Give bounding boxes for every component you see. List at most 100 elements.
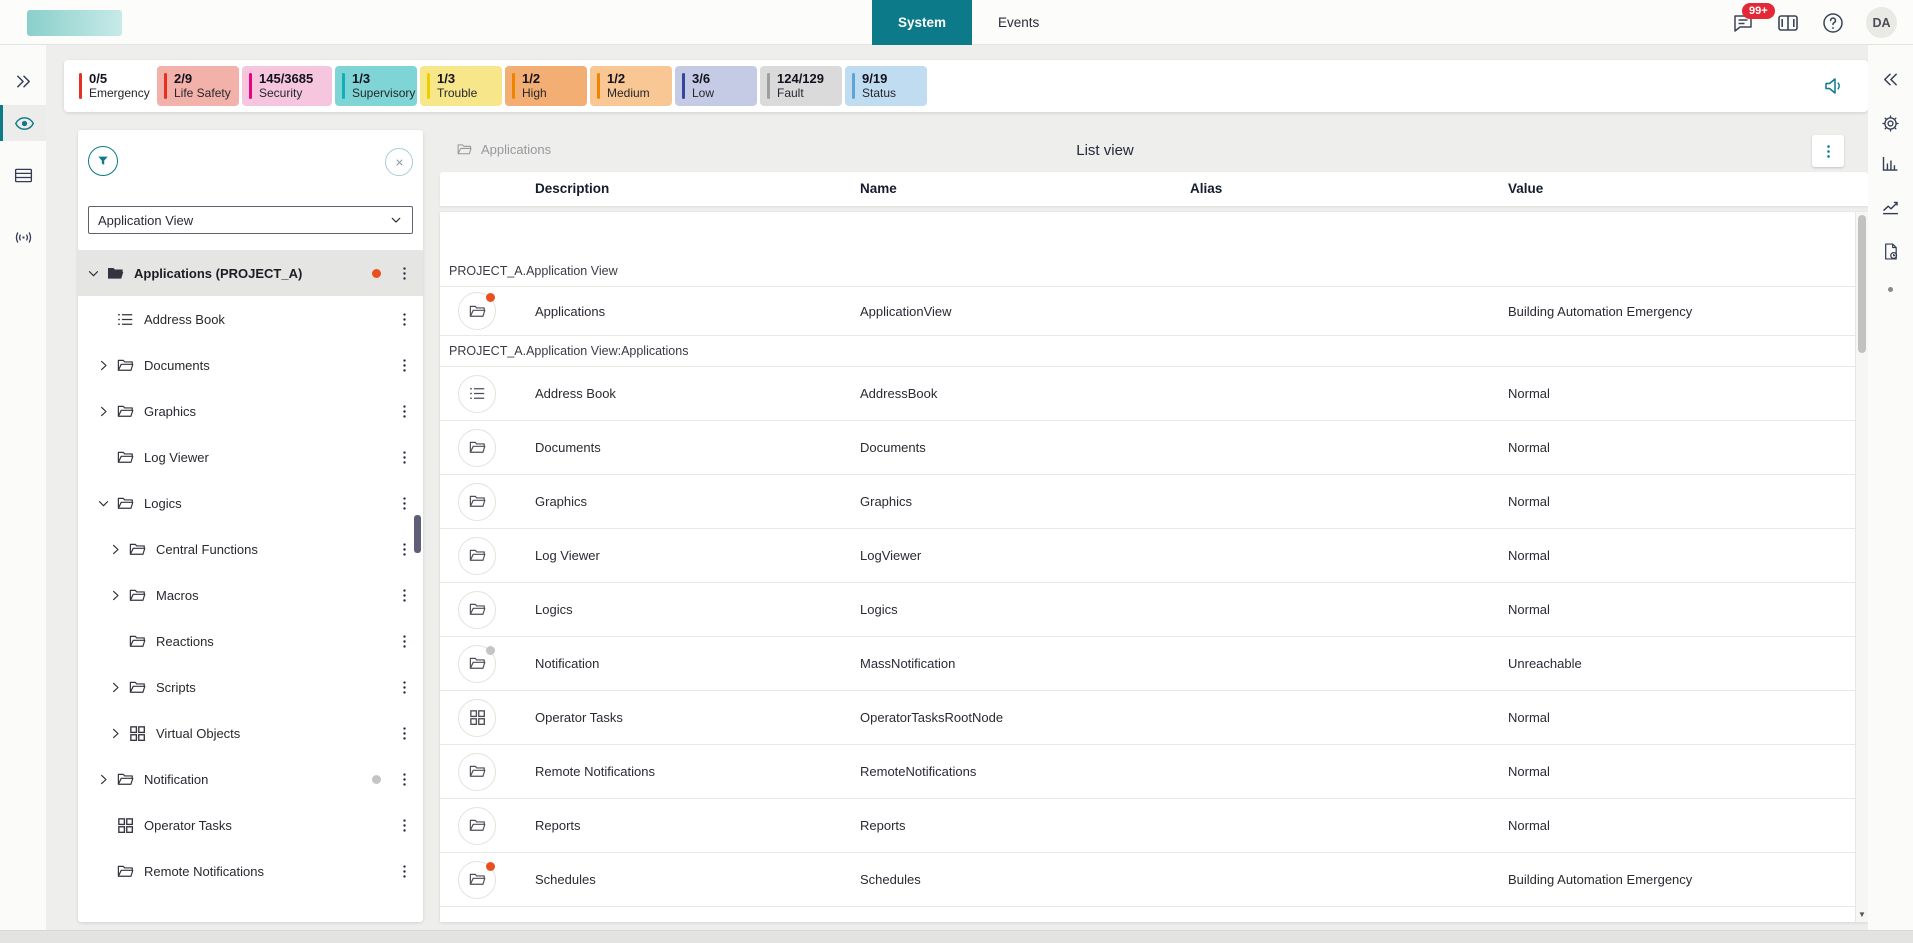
trend-chart-icon[interactable]: [1868, 189, 1913, 225]
folder-icon: [458, 429, 496, 467]
table-scrollbar[interactable]: ▼: [1855, 212, 1868, 922]
tree-item-scripts[interactable]: Scripts: [78, 664, 423, 710]
expand-rail-icon[interactable]: [0, 61, 46, 101]
table-row-documents[interactable]: Documents Documents Normal: [440, 421, 1855, 475]
tree: Applications (PROJECT_A)Address BookDocu…: [78, 234, 423, 894]
tree-item-virtual-objects[interactable]: Virtual Objects: [78, 710, 423, 756]
notifications-icon[interactable]: 99+: [1731, 11, 1755, 35]
table-row-schedules[interactable]: Schedules Schedules Building Automation …: [440, 853, 1855, 907]
tree-item-central-functions[interactable]: Central Functions: [78, 526, 423, 572]
help-icon[interactable]: [1821, 11, 1845, 35]
column-header-description[interactable]: Description: [535, 172, 609, 206]
chevron-down-icon[interactable]: [86, 266, 106, 281]
tab-events[interactable]: Events: [972, 0, 1065, 45]
chevron-right-icon[interactable]: [108, 680, 128, 695]
tree-item-operator-tasks[interactable]: Operator Tasks: [78, 802, 423, 848]
alarm-badge-bar: [767, 73, 770, 99]
view-selector-value: Application View: [98, 213, 193, 228]
kebab-menu-icon[interactable]: [395, 633, 413, 650]
kebab-menu-icon[interactable]: [395, 863, 413, 880]
table-row-reports[interactable]: Reports Reports Normal: [440, 799, 1855, 853]
table-row-log-viewer[interactable]: Log Viewer LogViewer Normal: [440, 529, 1855, 583]
grid-icon: [116, 816, 136, 835]
chevron-right-icon[interactable]: [96, 358, 116, 373]
alarm-badge-security[interactable]: 145/3685 Security: [242, 66, 332, 106]
kebab-menu-icon[interactable]: [395, 725, 413, 742]
tree-item-label: Graphics: [144, 404, 196, 419]
alarm-badge-emergency[interactable]: 0/5 Emergency: [72, 66, 154, 106]
kebab-menu-icon[interactable]: [395, 541, 413, 558]
speaker-icon[interactable]: [1822, 74, 1846, 98]
column-header-name[interactable]: Name: [860, 172, 897, 206]
tree-item-label: Operator Tasks: [144, 818, 232, 833]
kebab-menu-icon[interactable]: [395, 817, 413, 834]
broadcast-icon[interactable]: [0, 217, 46, 257]
alarm-badge-supervisory[interactable]: 1/3 Supervisory: [335, 66, 417, 106]
tree-scrollbar-thumb[interactable]: [414, 515, 421, 553]
kebab-menu-icon[interactable]: [395, 495, 413, 512]
tab-system[interactable]: System: [872, 0, 972, 45]
tree-item-logics[interactable]: Logics: [78, 480, 423, 526]
alarm-badge-bar: [249, 73, 252, 99]
table-row-applications[interactable]: Applications ApplicationView Building Au…: [440, 287, 1855, 336]
tree-item-applications-project-a[interactable]: Applications (PROJECT_A): [78, 250, 423, 296]
cell-description: Reports: [535, 818, 860, 833]
tree-item-remote-notifications[interactable]: Remote Notifications: [78, 848, 423, 894]
table-row-logics[interactable]: Logics Logics Normal: [440, 583, 1855, 637]
kebab-menu-icon[interactable]: [395, 311, 413, 328]
table-body: PROJECT_A.Application View Applications …: [440, 212, 1868, 922]
tree-item-label: Reactions: [156, 634, 214, 649]
tree-item-address-book[interactable]: Address Book: [78, 296, 423, 342]
tree-item-macros[interactable]: Macros: [78, 572, 423, 618]
close-icon[interactable]: [385, 148, 413, 176]
alarm-badge-status[interactable]: 9/19 Status: [845, 66, 927, 106]
view-selector-dropdown[interactable]: Application View: [88, 206, 413, 234]
filter-icon[interactable]: [88, 146, 118, 176]
textual-viewer-icon[interactable]: [0, 155, 46, 195]
alarm-badge-low[interactable]: 3/6 Low: [675, 66, 757, 106]
kebab-menu-icon[interactable]: [395, 357, 413, 374]
chevron-right-icon[interactable]: [96, 772, 116, 787]
view-options-kebab-button[interactable]: [1812, 135, 1844, 167]
kebab-menu-icon[interactable]: [395, 771, 413, 788]
alarm-badge-medium[interactable]: 1/2 Medium: [590, 66, 672, 106]
table-row-notification[interactable]: Notification MassNotification Unreachabl…: [440, 637, 1855, 691]
column-header-value[interactable]: Value: [1508, 172, 1543, 206]
alarm-badge-fault[interactable]: 124/129 Fault: [760, 66, 842, 106]
tree-item-documents[interactable]: Documents: [78, 342, 423, 388]
system-browser-icon[interactable]: [0, 105, 46, 141]
report-icon[interactable]: [1868, 233, 1913, 269]
table-row-operator-tasks[interactable]: Operator Tasks OperatorTasksRootNode Nor…: [440, 691, 1855, 745]
kebab-menu-icon[interactable]: [395, 679, 413, 696]
table-row-address-book[interactable]: Address Book AddressBook Normal: [440, 367, 1855, 421]
chevron-down-icon[interactable]: [96, 496, 116, 511]
alarm-badge-high[interactable]: 1/2 High: [505, 66, 587, 106]
kebab-menu-icon[interactable]: [395, 265, 413, 282]
collapse-rail-icon[interactable]: [1868, 61, 1913, 97]
avatar[interactable]: DA: [1866, 7, 1897, 38]
table-row-graphics[interactable]: Graphics Graphics Normal: [440, 475, 1855, 529]
breadcrumb[interactable]: Applications: [456, 141, 551, 158]
table-row-remote-notifications[interactable]: Remote Notifications RemoteNotifications…: [440, 745, 1855, 799]
column-header-alias[interactable]: Alias: [1190, 172, 1222, 206]
chevron-right-icon[interactable]: [96, 404, 116, 419]
table-scrollbar-thumb[interactable]: [1858, 215, 1866, 353]
kebab-menu-icon[interactable]: [395, 403, 413, 420]
alarm-badge-trouble[interactable]: 1/3 Trouble: [420, 66, 502, 106]
tree-item-log-viewer[interactable]: Log Viewer: [78, 434, 423, 480]
kebab-menu-icon[interactable]: [395, 449, 413, 466]
chevron-right-icon[interactable]: [108, 542, 128, 557]
cell-value: Building Automation Emergency: [1508, 872, 1855, 887]
chevron-right-icon[interactable]: [108, 726, 128, 741]
tree-item-notification[interactable]: Notification: [78, 756, 423, 802]
layout-panels-icon[interactable]: [1776, 11, 1800, 35]
scrollbar-down-arrow[interactable]: ▼: [1856, 910, 1868, 919]
alarm-badge-life-safety[interactable]: 2/9 Life Safety: [157, 66, 239, 106]
folder-icon: [116, 770, 136, 789]
chevron-right-icon[interactable]: [108, 588, 128, 603]
kebab-menu-icon[interactable]: [395, 587, 413, 604]
settings-gear-icon[interactable]: [1868, 105, 1913, 141]
bar-chart-icon[interactable]: [1868, 145, 1913, 181]
tree-item-reactions[interactable]: Reactions: [78, 618, 423, 664]
tree-item-graphics[interactable]: Graphics: [78, 388, 423, 434]
